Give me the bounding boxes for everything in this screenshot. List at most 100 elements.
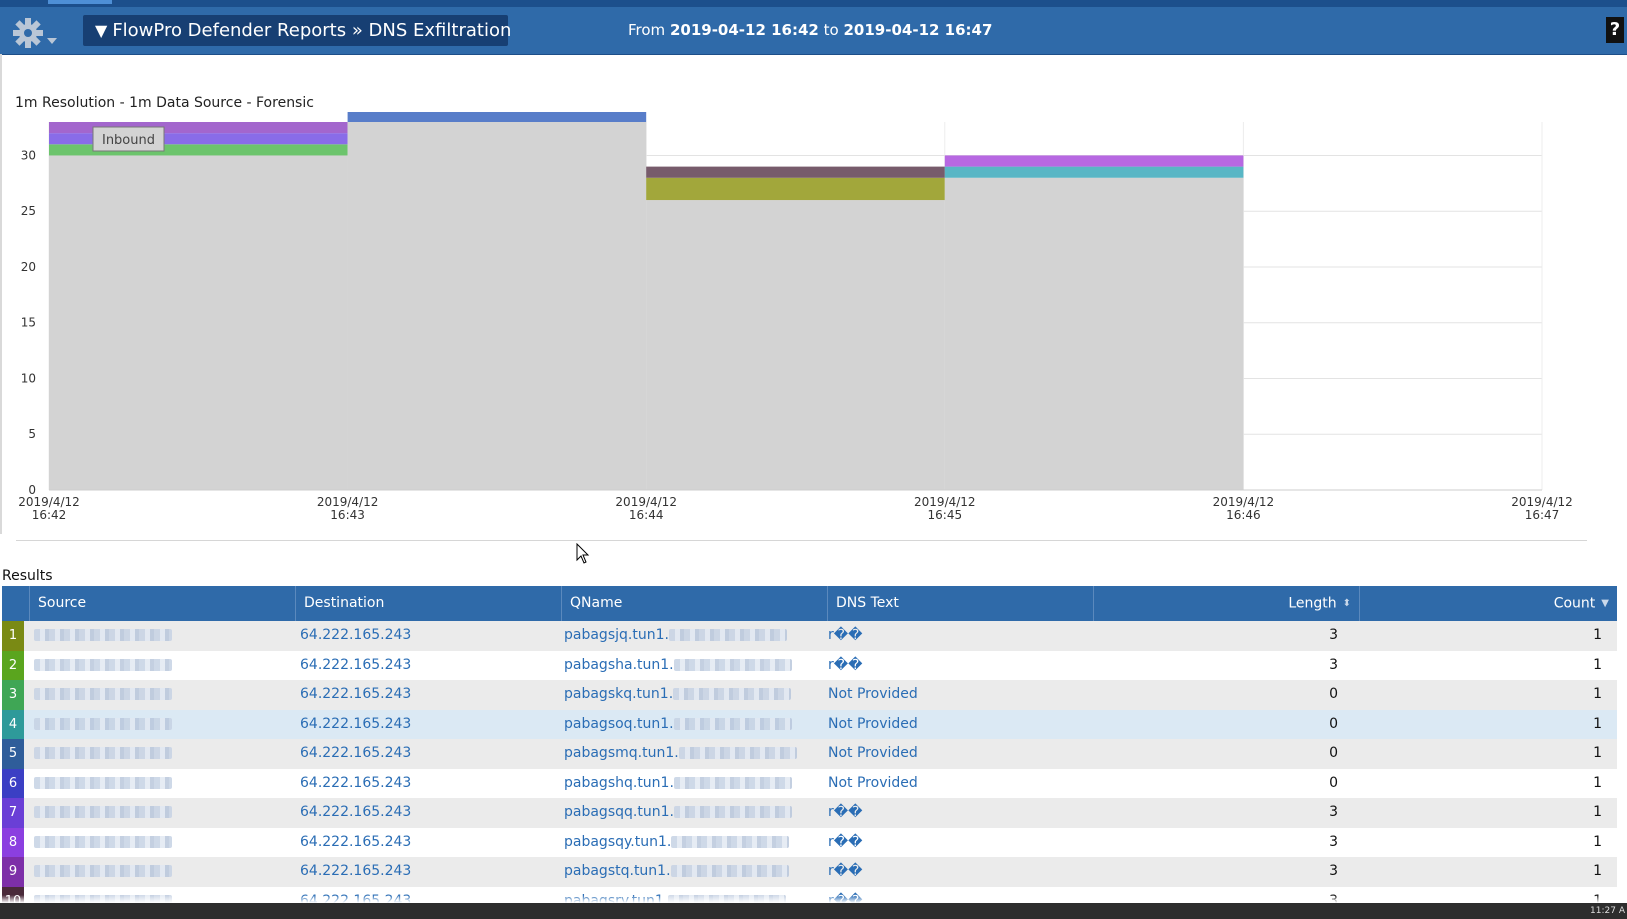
area-segment — [347, 112, 647, 122]
length-cell: 0 — [1329, 745, 1338, 761]
source-cell[interactable] — [34, 769, 184, 799]
destination-cell[interactable]: 64.222.165.243 — [300, 651, 550, 681]
table-header: Source Destination QName DNS Text Length… — [2, 586, 1617, 621]
help-icon: ? — [1609, 19, 1621, 40]
count-cell: 1 — [1593, 804, 1602, 820]
table-row[interactable]: 5 64.222.165.243 pabagsmq.tun1. Not Provide… — [2, 739, 1617, 769]
y-tick-label: 10 — [21, 371, 36, 385]
row-number: 1 — [2, 621, 24, 651]
dns-text-cell[interactable]: Not Provided — [828, 769, 1078, 799]
table-row[interactable]: 7 64.222.165.243 pabagsqq.tun1. r�� 3 1 — [2, 798, 1617, 828]
dns-text-cell[interactable]: r�� — [828, 651, 1078, 681]
qname-cell[interactable]: pabagsjq.tun1. — [564, 621, 824, 651]
qname-cell[interactable]: pabagskq.tun1. — [564, 680, 824, 710]
source-cell[interactable] — [34, 710, 184, 740]
redacted-domain — [673, 717, 792, 730]
y-tick-label: 30 — [21, 148, 36, 162]
destination-cell[interactable]: 64.222.165.243 — [300, 769, 550, 799]
redacted-domain — [673, 688, 792, 700]
length-cell: 0 — [1329, 715, 1338, 732]
table-row[interactable]: 2 64.222.165.243 pabagsha.tun1. r�� 3 1 — [2, 650, 1617, 681]
dns-text-cell[interactable]: Not Provided — [828, 710, 1078, 740]
table-row[interactable]: 9 64.222.165.243 pabagstq.tun1. r�� 3 1 — [2, 857, 1617, 887]
gear-icon — [13, 18, 57, 48]
dropdown-triangle-icon: ▼ — [95, 21, 108, 40]
destination-cell[interactable]: 64.222.165.243 — [300, 739, 550, 769]
table-row[interactable]: 4 64.222.165.243 pabagsoq.tun1. Not Provide… — [2, 709, 1617, 740]
area-segment — [646, 200, 945, 490]
source-cell[interactable] — [34, 828, 184, 858]
count-cell: 1 — [1593, 863, 1602, 879]
source-cell[interactable] — [34, 680, 184, 710]
length-cell: 3 — [1329, 833, 1338, 850]
length-cell: 0 — [1329, 686, 1338, 702]
source-cell[interactable] — [34, 739, 184, 769]
destination-cell[interactable]: 64.222.165.243 — [300, 857, 550, 887]
count-cell: 1 — [1593, 745, 1602, 761]
row-number: 4 — [2, 709, 24, 739]
col-length[interactable]: Length ⬍ — [1094, 586, 1360, 621]
qname-cell[interactable]: pabagsmq.tun1. — [564, 739, 824, 769]
dns-exfiltration-chart: 0510152025302019/4/12 16:422019/4/12 16:43… — [18, 112, 1573, 522]
table-row[interactable]: 1 64.222.165.243 pabagsjq.tun1. r�� 3 1 — [2, 621, 1617, 651]
dns-text-cell[interactable]: Not Provided — [828, 680, 1078, 710]
redacted-domain — [668, 629, 787, 641]
table-body: 1 64.222.165.243 pabagsjq.tun1. r�� 3 1 2 64.22… — [2, 621, 1617, 916]
source-cell[interactable] — [34, 857, 184, 887]
dns-text-cell[interactable]: r�� — [828, 798, 1078, 828]
destination-cell[interactable]: 64.222.165.243 — [300, 798, 550, 828]
x-tick-label: 2019/4/12 16:43 — [317, 495, 379, 522]
row-number-header — [2, 586, 30, 621]
taskbar-clock: 11:27 A — [1590, 906, 1625, 916]
qname-cell[interactable]: pabagsoq.tun1. — [564, 710, 824, 740]
col-dns-text[interactable]: DNS Text — [828, 586, 1094, 621]
qname-cell[interactable]: pabagshq.tun1. — [564, 769, 824, 799]
qname-cell[interactable]: pabagsha.tun1. — [564, 651, 824, 681]
col-destination[interactable]: Destination — [296, 586, 562, 621]
redacted-source — [34, 865, 172, 877]
destination-cell[interactable]: 64.222.165.243 — [300, 710, 550, 740]
dns-text-cell[interactable]: r�� — [828, 857, 1078, 887]
row-number: 9 — [2, 857, 24, 887]
destination-cell[interactable]: 64.222.165.243 — [300, 621, 550, 651]
area-segment — [646, 177, 945, 201]
source-cell[interactable] — [34, 651, 184, 681]
sort-both-icon: ⬍ — [1342, 598, 1351, 609]
table-row[interactable]: 8 64.222.165.243 pabagsqy.tun1. r�� 3 1 — [2, 827, 1617, 858]
x-tick-label: 2019/4/12 16:44 — [615, 495, 677, 522]
destination-cell[interactable]: 64.222.165.243 — [300, 828, 550, 858]
range-to-label: to — [823, 21, 839, 39]
results-table: Source Destination QName DNS Text Length… — [2, 586, 1617, 916]
report-title-dropdown[interactable]: ▼ FlowPro Defender Reports » DNS Exfiltra… — [83, 15, 511, 46]
mouse-cursor-icon — [576, 543, 590, 564]
source-cell[interactable] — [34, 798, 184, 828]
table-row[interactable]: 3 64.222.165.243 pabagskq.tun1. Not Provide… — [2, 680, 1617, 710]
redacted-source — [34, 806, 172, 818]
dns-text-cell[interactable]: r�� — [828, 828, 1078, 858]
bottom-fade — [0, 895, 1627, 903]
source-cell[interactable] — [34, 621, 184, 651]
x-tick-label: 2019/4/12 16:45 — [914, 495, 976, 522]
area-segment — [49, 155, 348, 491]
destination-cell[interactable]: 64.222.165.243 — [300, 680, 550, 710]
qname-cell[interactable]: pabagsqy.tun1. — [564, 828, 824, 858]
col-count[interactable]: Count ▼ — [1360, 586, 1617, 621]
count-cell: 1 — [1593, 833, 1602, 850]
app-header: ▼ FlowPro Defender Reports » DNS Exfiltra… — [0, 7, 1627, 55]
chart-divider — [16, 540, 1587, 541]
col-source[interactable]: Source — [30, 586, 296, 621]
results-label: Results — [2, 568, 53, 584]
redacted-source — [34, 629, 172, 641]
table-row[interactable]: 6 64.222.165.243 pabagshq.tun1. Not Provide… — [2, 768, 1617, 799]
col-qname[interactable]: QName — [562, 586, 828, 621]
dns-text-cell[interactable]: r�� — [828, 621, 1078, 651]
redacted-source — [34, 658, 172, 671]
redacted-domain — [673, 776, 792, 789]
qname-cell[interactable]: pabagstq.tun1. — [564, 857, 824, 887]
help-button[interactable]: ? — [1606, 17, 1624, 43]
qname-cell[interactable]: pabagsqq.tun1. — [564, 798, 824, 828]
dns-text-cell[interactable]: Not Provided — [828, 739, 1078, 769]
redacted-source — [34, 776, 172, 789]
range-from: 2019-04-12 16:42 — [669, 21, 819, 39]
settings-menu-button[interactable] — [11, 16, 61, 50]
